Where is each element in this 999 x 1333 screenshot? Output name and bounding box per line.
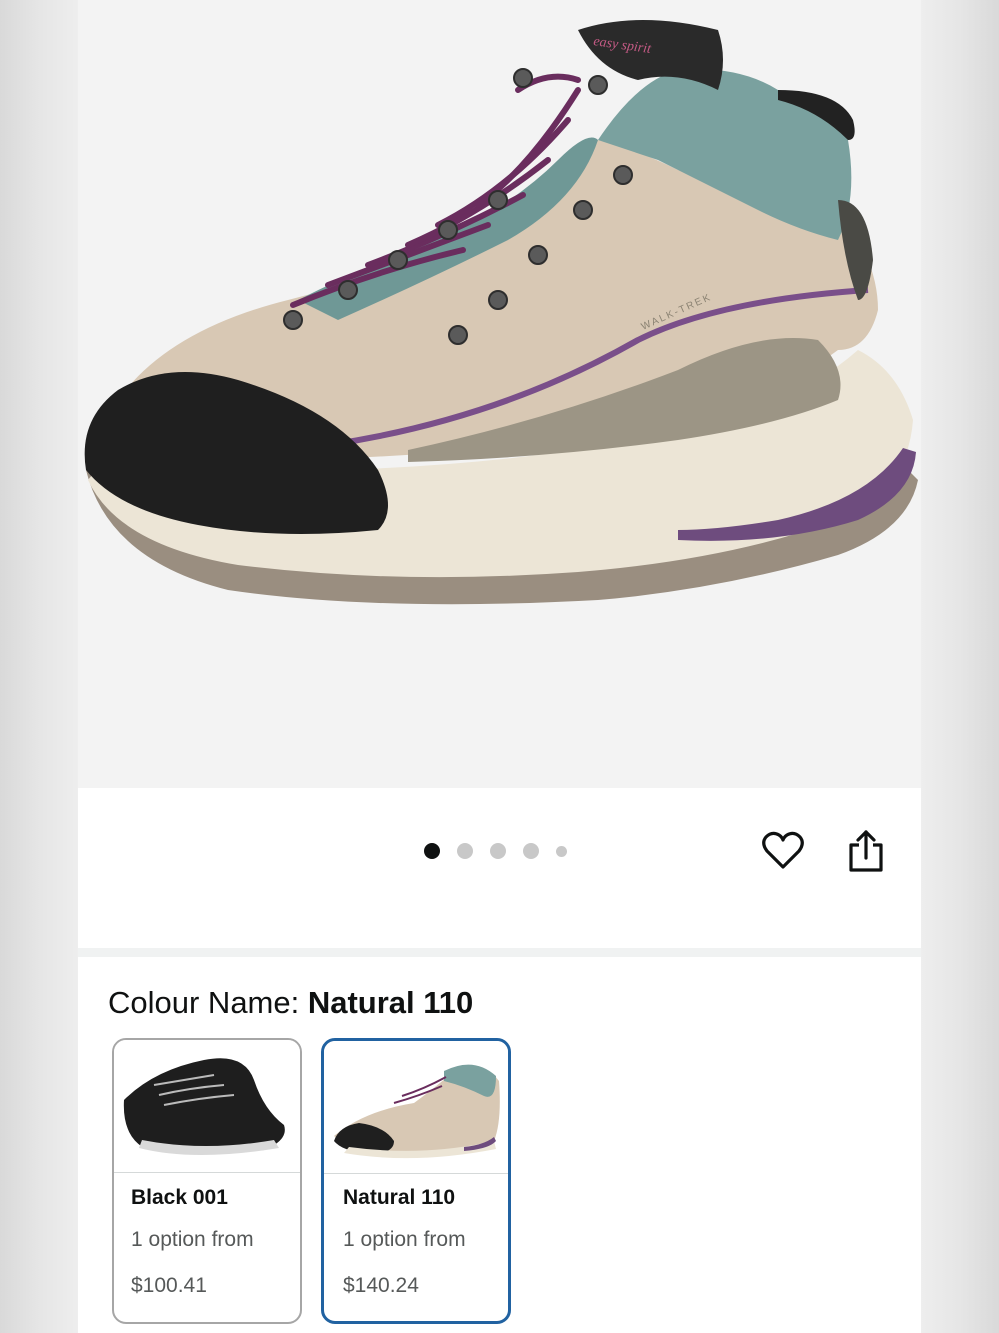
carousel-dot-3[interactable] (490, 843, 506, 859)
boot-illustration: easy spirit WALK-TREK (84, 20, 918, 605)
carousel-dot-2[interactable] (457, 843, 473, 859)
image-controls (78, 788, 921, 948)
section-divider (78, 948, 921, 957)
heart-icon[interactable] (761, 829, 805, 873)
swatch-availability: 1 option from (131, 1228, 254, 1251)
carousel-dot-4[interactable] (523, 843, 539, 859)
swatch-price: $140.24 (343, 1274, 419, 1297)
carousel-dot-5[interactable] (556, 845, 567, 857)
swatch-thumbnail (114, 1040, 300, 1173)
share-icon[interactable] (846, 828, 886, 874)
swatch-thumbnail (324, 1041, 508, 1174)
colour-name-label: Colour Name: Natural 110 (108, 985, 473, 1021)
colour-selected-value: Natural 110 (307, 985, 474, 1020)
colour-swatch-natural-110[interactable]: Natural 110 1 option from $140.24 (321, 1038, 511, 1324)
product-card: easy spirit WALK-TREK Colour Name: Natur… (78, 0, 921, 1333)
colour-label-prefix: Colour Name: (108, 985, 308, 1020)
swatch-name: Black 001 (131, 1186, 228, 1209)
colour-swatch-black-001[interactable]: Black 001 1 option from $100.41 (112, 1038, 302, 1324)
swatch-availability: 1 option from (343, 1228, 466, 1251)
product-image[interactable]: easy spirit WALK-TREK (78, 0, 921, 788)
carousel-indicator[interactable] (424, 843, 567, 859)
carousel-dot-1[interactable] (424, 843, 440, 859)
swatch-name: Natural 110 (343, 1186, 456, 1209)
swatch-price: $100.41 (131, 1274, 207, 1297)
